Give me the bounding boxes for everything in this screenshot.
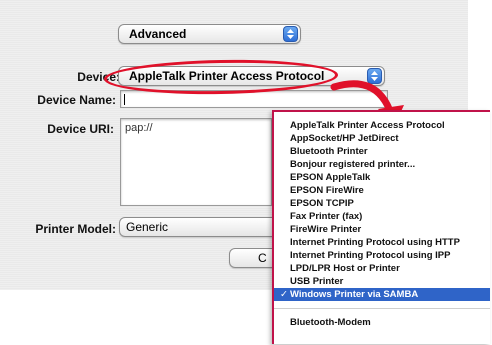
printer-model-label: Printer Model: bbox=[35, 222, 116, 236]
menu-item-epson-appletalk[interactable]: EPSON AppleTalk bbox=[274, 171, 490, 184]
menu-item-appletalk[interactable]: AppleTalk Printer Access Protocol bbox=[274, 119, 490, 132]
partial-button-label: C bbox=[258, 251, 267, 265]
advanced-popup-label: Advanced bbox=[129, 27, 187, 41]
device-uri-field[interactable]: pap:// bbox=[120, 118, 272, 206]
menu-item-usb-printer[interactable]: USB Printer bbox=[274, 275, 490, 288]
menu-item-epson-firewire[interactable]: EPSON FireWire bbox=[274, 184, 490, 197]
device-name-label: Device Name: bbox=[37, 93, 116, 107]
advanced-popup[interactable]: Advanced bbox=[118, 24, 301, 44]
menu-item-fax-printer[interactable]: Fax Printer (fax) bbox=[274, 210, 490, 223]
menu-separator bbox=[274, 308, 490, 309]
popup-stepper-icon bbox=[283, 26, 298, 42]
text-cursor bbox=[124, 94, 125, 105]
device-uri-label: Device URI: bbox=[47, 122, 114, 136]
menu-item-bluetooth-printer[interactable]: Bluetooth Printer bbox=[274, 145, 490, 158]
printer-model-popup[interactable]: Generic bbox=[119, 217, 279, 237]
menu-item-ipp-http[interactable]: Internet Printing Protocol using HTTP bbox=[274, 236, 490, 249]
checkmark-icon: ✓ bbox=[280, 289, 288, 300]
printer-model-value: Generic bbox=[126, 220, 169, 234]
menu-item-lpd[interactable]: LPD/LPR Host or Printer bbox=[274, 262, 490, 275]
menu-item-bluetooth-modem[interactable]: Bluetooth-Modem bbox=[274, 316, 490, 329]
menu-item-firewire-printer[interactable]: FireWire Printer bbox=[274, 223, 490, 236]
menu-item-ipp[interactable]: Internet Printing Protocol using IPP bbox=[274, 249, 490, 262]
device-dropdown-menu: AppleTalk Printer Access Protocol AppSoc… bbox=[272, 110, 490, 344]
device-uri-value: pap:// bbox=[125, 122, 153, 134]
menu-item-bonjour[interactable]: Bonjour registered printer... bbox=[274, 158, 490, 171]
menu-item-appsocket[interactable]: AppSocket/HP JetDirect bbox=[274, 132, 490, 145]
menu-item-epson-tcpip[interactable]: EPSON TCPIP bbox=[274, 197, 490, 210]
menu-item-windows-samba[interactable]: ✓ Windows Printer via SAMBA bbox=[274, 288, 490, 301]
